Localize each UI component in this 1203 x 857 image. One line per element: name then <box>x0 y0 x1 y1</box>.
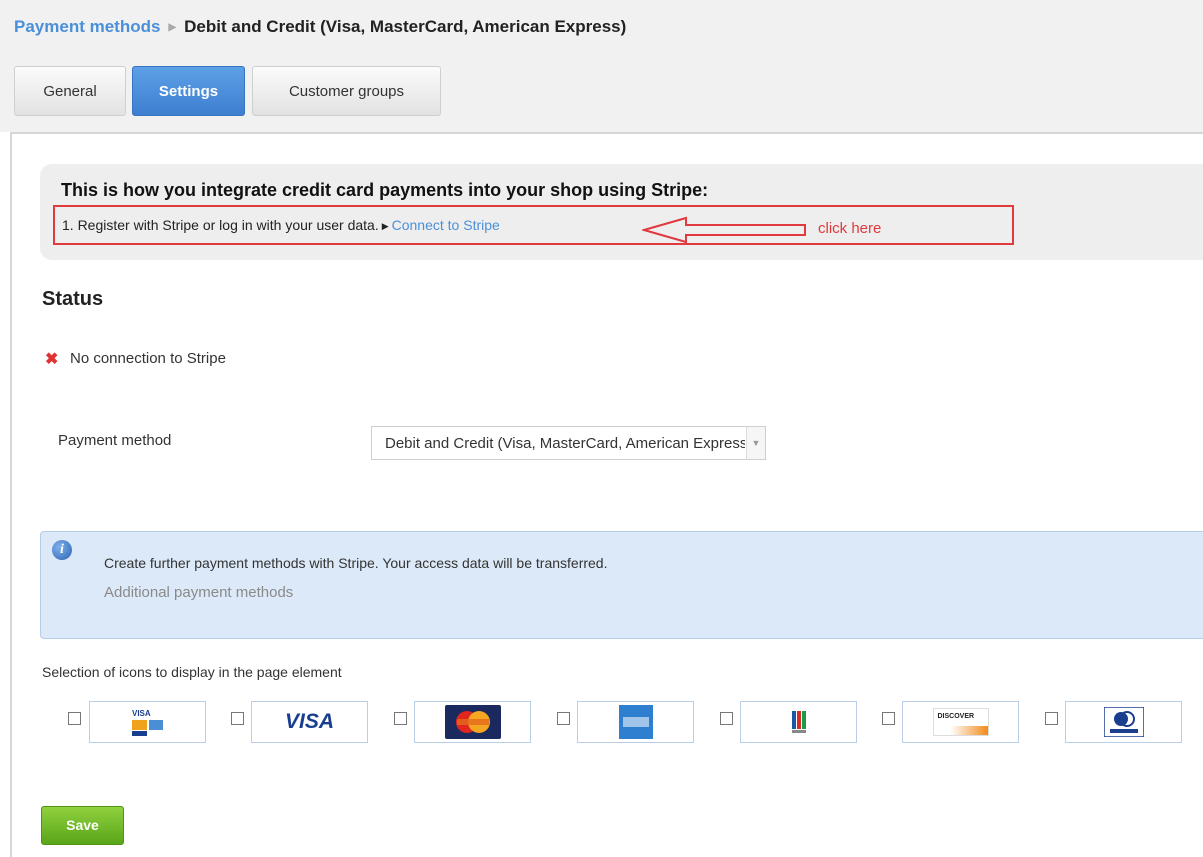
breadcrumb-link-payment-methods[interactable]: Payment methods <box>14 17 160 36</box>
svg-text:VISA: VISA <box>132 709 151 718</box>
payment-method-value: Debit and Credit (Visa, MasterCard, Amer… <box>385 435 745 452</box>
discover-icon: DISCOVER <box>932 708 989 736</box>
payment-method-select[interactable]: Debit and Credit (Visa, MasterCard, Amer… <box>371 426 766 460</box>
card-checkbox-mastercard[interactable] <box>394 712 407 725</box>
chevron-down-icon: ▼ <box>746 427 765 459</box>
jcb-icon <box>791 711 806 733</box>
visa-icon: VISA <box>284 710 335 733</box>
annotation-arrow-icon <box>642 216 806 244</box>
intro-step-text: 1. Register with Stripe or log in with y… <box>62 217 379 233</box>
save-button[interactable]: Save <box>41 806 124 845</box>
breadcrumb: Payment methods ▶ Debit and Credit (Visa, … <box>14 17 626 37</box>
discover-label: DISCOVER <box>937 713 975 720</box>
status-heading: Status <box>42 288 104 310</box>
intro-step: 1. Register with Stripe or log in with y… <box>62 217 500 233</box>
mastercard-icon <box>444 705 501 739</box>
info-icon: i <box>52 540 72 560</box>
card-option-diners-club[interactable] <box>1065 701 1182 743</box>
additional-payment-methods-link[interactable]: Additional payment methods <box>104 584 293 601</box>
tab-customer-groups[interactable]: Customer groups <box>252 66 441 116</box>
annotation-click-here: click here <box>818 220 882 237</box>
card-checkbox-discover[interactable] <box>882 712 895 725</box>
card-checkbox-visa[interactable] <box>231 712 244 725</box>
card-option-american-express[interactable] <box>577 701 694 743</box>
icon-selection-label: Selection of icons to display in the pag… <box>42 664 342 680</box>
card-checkbox-visa-mastercard-amex[interactable] <box>68 712 81 725</box>
tab-settings[interactable]: Settings <box>132 66 245 116</box>
payment-method-label: Payment method <box>58 432 172 449</box>
card-option-discover[interactable]: DISCOVER <box>902 701 1019 743</box>
x-icon: ✖ <box>45 351 59 368</box>
card-option-mastercard[interactable] <box>414 701 531 743</box>
breadcrumb-current: Debit and Credit (Visa, MasterCard, Amer… <box>184 17 627 36</box>
american-express-icon <box>618 705 653 739</box>
card-checkbox-american-express[interactable] <box>557 712 570 725</box>
connect-to-stripe-link[interactable]: Connect to Stripe <box>392 217 500 233</box>
breadcrumb-separator-icon: ▶ <box>168 22 177 33</box>
intro-title: This is how you integrate credit card pa… <box>61 180 709 200</box>
diners-club-icon <box>1103 707 1144 737</box>
link-arrow-icon: ▶ <box>381 221 389 231</box>
card-checkbox-jcb[interactable] <box>720 712 733 725</box>
card-checkbox-diners-club[interactable] <box>1045 712 1058 725</box>
info-text: Create further payment methods with Stri… <box>104 555 608 571</box>
visa-mastercard-amex-icon: VISA <box>131 709 163 736</box>
card-option-visa[interactable]: VISA <box>251 701 368 743</box>
tab-general[interactable]: General <box>14 66 126 116</box>
card-option-visa-mastercard-amex[interactable]: VISA <box>89 701 206 743</box>
card-option-jcb[interactable] <box>740 701 857 743</box>
discover-stripe <box>933 726 988 735</box>
status-text: No connection to Stripe <box>70 350 226 367</box>
